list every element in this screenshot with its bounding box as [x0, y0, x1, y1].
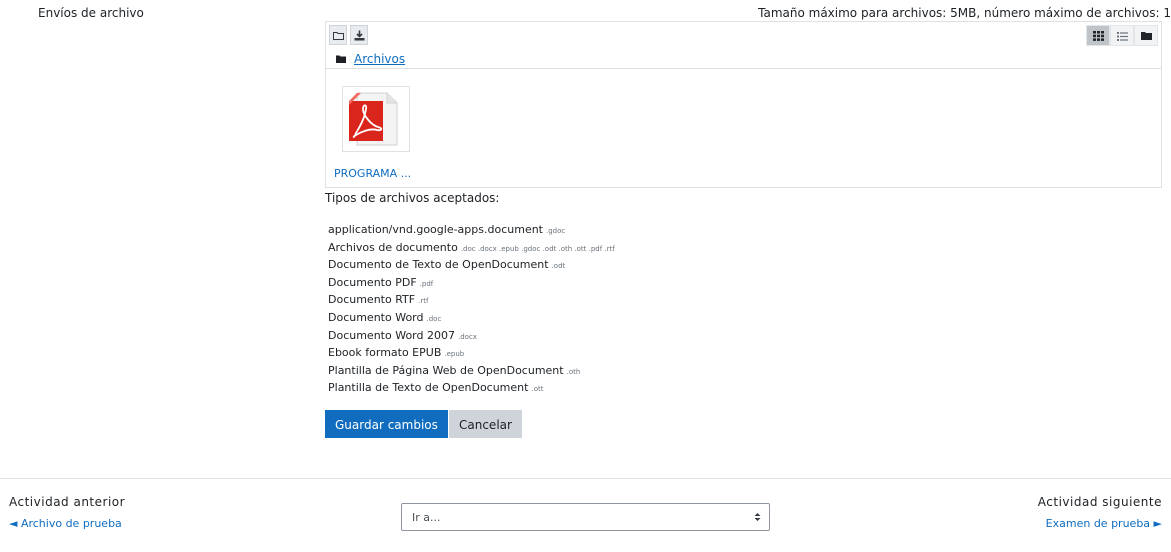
path-folder-link[interactable]: Archivos — [354, 52, 405, 66]
type-ext: .pdf — [419, 279, 434, 288]
type-name: Archivos de documento — [328, 240, 458, 254]
jump-select-value: Ir a... — [412, 510, 441, 524]
type-name: Documento RTF — [328, 293, 416, 307]
type-ext: .odt — [551, 262, 566, 271]
list-item: Archivos de documento .doc .docx .epub .g… — [328, 240, 615, 258]
accepted-types-list: application/vnd.google-apps.document .gdo… — [328, 222, 615, 398]
pdf-file-icon — [349, 92, 398, 146]
folder-icon — [332, 31, 344, 40]
list-item: Ebook formato EPUB .epub — [328, 345, 615, 363]
previous-activity-label: Actividad anterior — [9, 495, 126, 509]
list-view-button[interactable] — [1110, 25, 1134, 46]
pdf-file-thumbnail[interactable] — [342, 86, 410, 152]
divider — [0, 478, 1171, 479]
cancel-button[interactable]: Cancelar — [449, 410, 522, 438]
type-name: Ebook formato EPUB — [328, 346, 442, 360]
type-name: Documento de Texto de OpenDocument — [328, 258, 549, 272]
type-ext: .docx — [457, 332, 477, 341]
type-name: application/vnd.google-apps.document — [328, 223, 543, 236]
type-ext: .oth — [566, 367, 581, 376]
folder-icon — [336, 55, 346, 63]
type-name: Documento PDF — [328, 275, 417, 289]
grid-view-icon — [1092, 30, 1104, 41]
next-activity-link[interactable]: Examen de prueba ► — [1046, 517, 1162, 530]
next-activity-label: Actividad siguiente — [1037, 495, 1162, 509]
download-all-button[interactable] — [350, 25, 368, 45]
grid-view-button[interactable] — [1086, 25, 1110, 46]
type-name: Documento Word — [328, 310, 424, 324]
list-item: Documento Word 2007 .docx — [328, 328, 615, 346]
type-name: Documento Word 2007 — [328, 328, 455, 342]
list-item: Documento Word .doc — [328, 310, 615, 328]
file-manager: Archivos PROGRAMA ... — [325, 21, 1162, 188]
type-ext: .ott — [531, 385, 544, 394]
type-ext: .doc .docx .epub .gdoc .odt .oth .ott .p… — [460, 244, 615, 253]
create-folder-button[interactable] — [329, 25, 347, 45]
file-path: Archivos — [336, 52, 405, 66]
list-item: Plantilla de Texto de OpenDocument .ott — [328, 380, 615, 398]
type-ext: .gdoc — [546, 227, 566, 235]
divider — [326, 68, 1161, 69]
type-ext: .rtf — [418, 297, 429, 306]
type-ext: .doc — [426, 314, 442, 323]
jump-to-select[interactable]: Ir a... — [401, 503, 770, 531]
list-item: Documento PDF .pdf — [328, 275, 615, 293]
max-file-info: Tamaño máximo para archivos: 5MB, número… — [758, 6, 1171, 20]
list-item: application/vnd.google-apps.document .gdo… — [328, 222, 615, 240]
list-item: Documento RTF .rtf — [328, 292, 615, 310]
tree-view-icon — [1140, 32, 1152, 40]
list-view-icon — [1116, 31, 1128, 41]
download-icon — [354, 30, 364, 40]
save-changes-button[interactable]: Guardar cambios — [325, 410, 448, 438]
tree-view-button[interactable] — [1134, 25, 1158, 46]
field-label: Envíos de archivo — [38, 6, 144, 20]
type-ext: .epub — [444, 350, 465, 359]
type-name: Plantilla de Texto de OpenDocument — [328, 381, 529, 395]
previous-activity-link[interactable]: ◄ Archivo de prueba — [9, 517, 122, 530]
file-manager-toolbar — [329, 25, 368, 47]
file-name-link[interactable]: PROGRAMA ... — [334, 167, 411, 180]
list-item: Documento de Texto de OpenDocument .odt — [328, 257, 615, 275]
accepted-types-title: Tipos de archivos aceptados: — [325, 191, 500, 205]
view-switcher — [1086, 25, 1158, 46]
type-name: Plantilla de Página Web de OpenDocument — [328, 363, 564, 377]
list-item: Plantilla de Página Web de OpenDocument.… — [328, 363, 615, 381]
select-arrows-icon — [754, 513, 761, 521]
